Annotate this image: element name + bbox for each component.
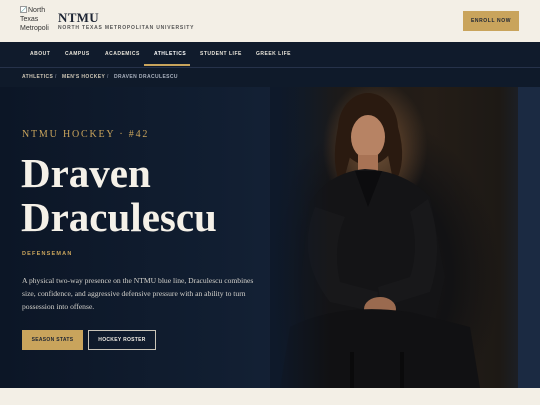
nav-item-academics[interactable]: ACADEMICS bbox=[105, 42, 140, 67]
player-first-name: Draven bbox=[21, 150, 151, 196]
brand-subtitle: NORTH TEXAS METROPOLITAN UNIVERSITY bbox=[58, 25, 195, 31]
player-bio: A physical two-way presence on the NTMU … bbox=[22, 276, 254, 311]
breadcrumb-athletics[interactable]: ATHLETICS bbox=[22, 74, 53, 80]
player-position: DEFENSEMAN bbox=[22, 251, 73, 257]
nav-item-campus[interactable]: CAMPUS bbox=[65, 42, 90, 67]
player-hero: NTMU HOCKEY · #42 Draven Draculescu DEFE… bbox=[0, 87, 540, 388]
nav-item-about[interactable]: ABOUT bbox=[30, 42, 50, 67]
active-nav-indicator bbox=[144, 64, 190, 66]
team-number-eyebrow: NTMU HOCKEY · #42 bbox=[22, 129, 150, 140]
breadcrumb-separator: / bbox=[107, 74, 109, 80]
breadcrumb-current-page: DRAVEN DRACULESCU bbox=[114, 74, 178, 80]
breadcrumb-mens-hockey[interactable]: MEN'S HOCKEY bbox=[62, 74, 105, 80]
player-last-name: Draculescu bbox=[21, 194, 217, 240]
enroll-now-button[interactable]: ENROLL NOW bbox=[463, 11, 519, 31]
photo-edge-panel bbox=[518, 87, 540, 388]
season-stats-button[interactable]: SEASON STATS bbox=[22, 330, 83, 350]
site-header: North Texas Metropoli NTMU NORTH TEXAS M… bbox=[0, 0, 540, 42]
broken-image-icon bbox=[20, 6, 27, 13]
nav-item-greek-life[interactable]: GREEK LIFE bbox=[256, 42, 291, 67]
main-nav: ABOUT CAMPUS ACADEMICS ATHLETICS STUDENT… bbox=[0, 42, 540, 67]
hockey-roster-button[interactable]: HOCKEY ROSTER bbox=[88, 330, 156, 350]
breadcrumb: ATHLETICS / MEN'S HOCKEY / DRAVEN DRACUL… bbox=[0, 67, 540, 87]
nav-item-student-life[interactable]: STUDENT LIFE bbox=[200, 42, 242, 67]
breadcrumb-separator: / bbox=[55, 74, 57, 80]
brand-name[interactable]: NTMU bbox=[58, 10, 99, 26]
page-bottom-strip bbox=[0, 388, 540, 405]
university-logo[interactable]: North Texas Metropoli bbox=[20, 6, 54, 38]
player-name-heading: Draven Draculescu bbox=[21, 151, 281, 239]
